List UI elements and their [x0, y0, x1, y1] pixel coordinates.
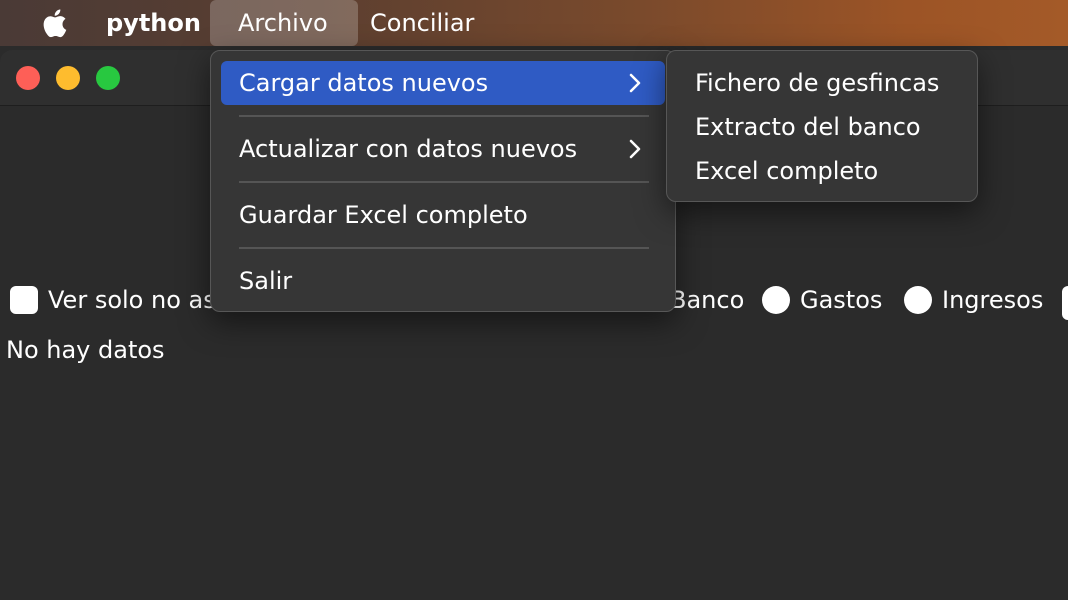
menu-item-label: Actualizar con datos nuevos [239, 135, 578, 163]
menu-item-guardar-excel-completo[interactable]: Guardar Excel completo [221, 193, 665, 237]
menu-separator [239, 247, 649, 249]
chevron-right-icon [629, 139, 641, 159]
radio-banco-label: Banco [670, 286, 745, 314]
menu-item-cargar-datos-nuevos[interactable]: Cargar datos nuevos [221, 61, 665, 105]
archivo-dropdown-menu: Cargar datos nuevos Actualizar con datos… [210, 50, 676, 312]
menu-item-actualizar-con-datos-nuevos[interactable]: Actualizar con datos nuevos [221, 127, 665, 171]
menu-item-label: Guardar Excel completo [239, 201, 528, 229]
minimize-window-button[interactable] [56, 66, 80, 90]
filter-checkbox-label: Ver solo no as [48, 286, 216, 314]
menu-separator [239, 181, 649, 183]
close-window-button[interactable] [16, 66, 40, 90]
submenu-item-fichero-gesfincas[interactable]: Fichero de gesfincas [677, 61, 967, 105]
radio-gastos-label: Gastos [800, 286, 883, 314]
menu-separator [239, 115, 649, 117]
radio-ingresos[interactable] [904, 286, 932, 314]
submenu-item-extracto-banco[interactable]: Extracto del banco [677, 105, 967, 149]
chevron-right-icon [629, 73, 641, 93]
submenu-item-label: Extracto del banco [695, 113, 921, 141]
radio-gastos[interactable] [762, 286, 790, 314]
zoom-window-button[interactable] [96, 66, 120, 90]
submenu-item-label: Excel completo [695, 157, 879, 185]
menu-conciliar[interactable]: Conciliar [342, 0, 502, 46]
menu-item-label: Cargar datos nuevos [239, 69, 489, 97]
app-menu-python[interactable]: python [106, 9, 201, 37]
menu-conciliar-label: Conciliar [370, 9, 475, 37]
partial-control[interactable] [1062, 286, 1068, 320]
filter-checkbox[interactable] [10, 286, 38, 314]
cargar-datos-submenu: Fichero de gesfincas Extracto del banco … [666, 50, 978, 202]
submenu-item-excel-completo[interactable]: Excel completo [677, 149, 967, 193]
apple-logo-icon[interactable] [38, 6, 68, 40]
submenu-item-label: Fichero de gesfincas [695, 69, 940, 97]
macos-menu-bar: python Archivo Conciliar [0, 0, 1068, 46]
menu-item-label: Salir [239, 267, 293, 295]
menu-item-salir[interactable]: Salir [221, 259, 665, 303]
radio-ingresos-label: Ingresos [942, 286, 1044, 314]
empty-state-message: No hay datos [6, 336, 165, 364]
menu-archivo[interactable]: Archivo [210, 0, 358, 46]
